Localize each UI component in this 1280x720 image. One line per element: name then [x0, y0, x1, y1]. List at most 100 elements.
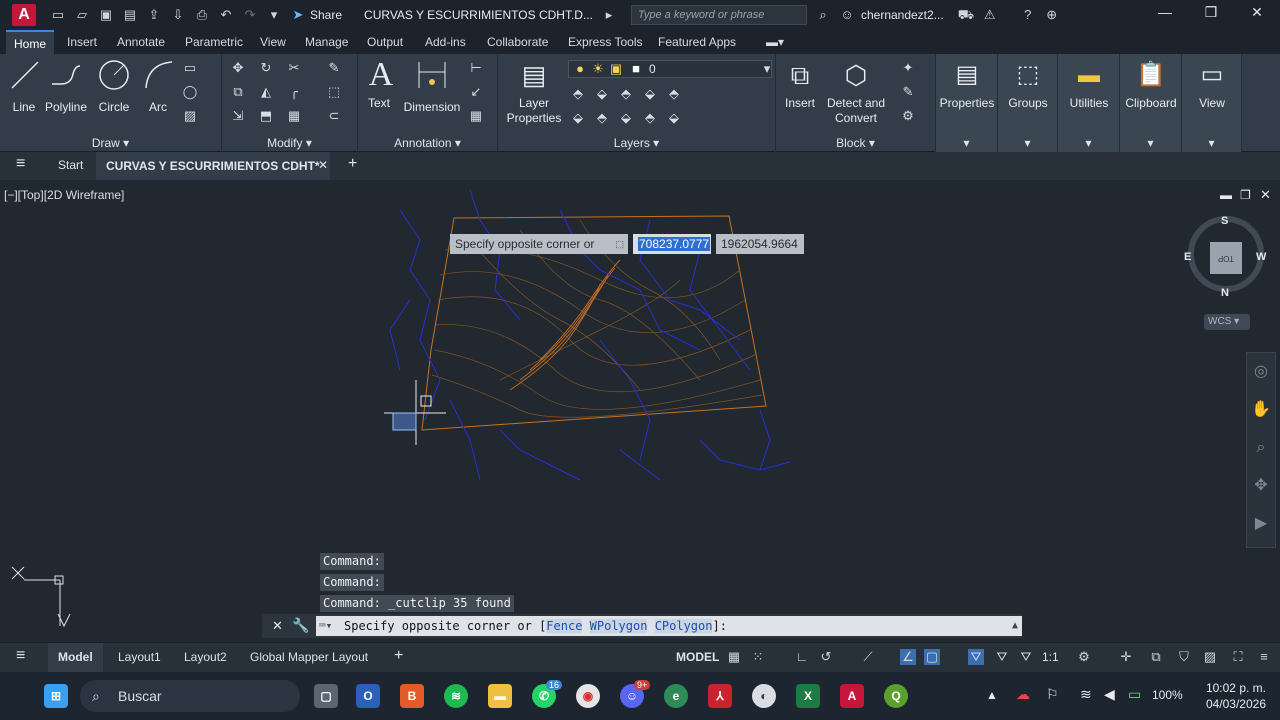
command-input[interactable]: ⌨▾ Specify opposite corner or [Fence WPo… [316, 616, 1022, 636]
recent-commands-icon[interactable]: ⌨▾ [319, 616, 332, 636]
mirror-icon[interactable]: ◭ [258, 84, 274, 100]
object-snap-tracking-icon[interactable]: ∠ [900, 649, 916, 665]
layer-freeze-icon[interactable]: ⬘ [618, 86, 634, 102]
ellipse-icon[interactable]: ◯ [182, 84, 198, 100]
ribbon-options-icon[interactable]: ▬▾ [766, 35, 784, 49]
acrobat-icon[interactable]: ⅄ [708, 684, 732, 708]
layer-isolate-icon[interactable]: ⬙ [594, 86, 610, 102]
edit-block-icon[interactable]: ✎ [900, 84, 916, 100]
coordinate-x-input[interactable]: 708237.0777 [633, 234, 711, 254]
layer-unisolate-icon[interactable]: ⬙ [570, 110, 586, 126]
language-icon[interactable]: ⚐ [1046, 686, 1059, 703]
grid-icon[interactable]: ▦ [726, 649, 742, 665]
tab-manage[interactable]: Manage [305, 35, 348, 49]
explode-icon[interactable]: ⬚ [326, 84, 342, 100]
edge-icon[interactable]: e [664, 684, 688, 708]
layer-previous-icon[interactable]: ⬘ [642, 110, 658, 126]
add-icon[interactable]: ✛ [1118, 649, 1134, 665]
dynamic-input-options-icon[interactable]: ⬚ [615, 234, 624, 254]
layer-properties-button[interactable]: ▤ Layer Properties [504, 58, 564, 126]
trim-icon[interactable]: ✂ [286, 60, 302, 76]
move-icon[interactable]: ✥ [230, 60, 246, 76]
clipboard-expand-icon[interactable]: ▾ [1120, 136, 1181, 150]
layer-lock-tool-icon[interactable]: ⬙ [642, 86, 658, 102]
tab-collaborate[interactable]: Collaborate [487, 35, 548, 49]
search-icon[interactable]: ⌕ [815, 7, 831, 23]
tab-home[interactable]: Home [6, 30, 55, 54]
erase-icon[interactable]: ✎ [326, 60, 342, 76]
close-command-line-icon[interactable]: ✕ [272, 618, 283, 634]
snap-icon[interactable]: ⁙ [750, 649, 766, 665]
plot-icon[interactable]: ⎙ [194, 7, 210, 23]
ortho-icon[interactable]: ∟ [794, 649, 810, 665]
clean-screen-icon[interactable]: ▨ [1202, 649, 1218, 665]
fence-option[interactable]: Fence [546, 619, 583, 633]
user-icon[interactable]: ☺ [839, 7, 855, 23]
offset-icon[interactable]: ⊂ [326, 108, 342, 124]
compass-north-label[interactable]: N [1221, 287, 1229, 299]
properties-button[interactable]: ▤ Properties [936, 58, 998, 111]
utilities-expand-icon[interactable]: ▾ [1058, 136, 1119, 150]
linear-dimension-icon[interactable]: ⊢ [468, 60, 484, 76]
autocad-logo-icon[interactable]: A [12, 4, 36, 26]
utilities-button[interactable]: ▬ Utilities [1058, 58, 1120, 111]
tab-express-tools[interactable]: Express Tools [568, 35, 642, 49]
wpolygon-option[interactable]: WPolygon [589, 619, 648, 633]
layer-thaw-all-icon[interactable]: ⬘ [594, 110, 610, 126]
battery-icon[interactable]: ▭ [1128, 686, 1141, 703]
object-snap-icon[interactable]: ▢ [924, 649, 940, 665]
rectangle-icon[interactable]: ▭ [182, 60, 198, 76]
layer-unlock-icon[interactable]: ⬙ [618, 110, 634, 126]
annotation-scale-value[interactable]: 1:1 [1042, 650, 1059, 664]
model-tab[interactable]: Model [48, 643, 103, 672]
close-button[interactable]: ✕ [1234, 4, 1280, 21]
tab-view[interactable]: View [260, 35, 286, 49]
redo-icon[interactable]: ↷ [242, 7, 258, 23]
coordinate-y-input[interactable]: 1962054.9664 [716, 234, 804, 254]
layer-dropdown-arrow-icon[interactable]: ▾ [759, 61, 775, 77]
new-layout-button[interactable]: + [394, 647, 403, 665]
hatch-icon[interactable]: ▨ [182, 108, 198, 124]
groups-expand-icon[interactable]: ▾ [998, 136, 1057, 150]
tab-parametric[interactable]: Parametric [185, 35, 243, 49]
workspace-gear-icon[interactable]: ⚙ [1076, 649, 1092, 665]
save-icon[interactable]: ▣ [98, 7, 114, 23]
view-button[interactable]: ▭ View [1182, 58, 1242, 111]
modify-panel-title[interactable]: Modify ▾ [222, 136, 357, 150]
tray-overflow-icon[interactable]: ▲ [986, 688, 998, 702]
new-file-icon[interactable]: ▭ [50, 7, 66, 23]
arc-button[interactable]: Arc [142, 58, 174, 115]
wcs-menu[interactable]: WCS ▾ [1204, 314, 1250, 330]
polar-icon[interactable]: ↺ [818, 649, 834, 665]
chevron-right-icon[interactable]: ▸ [601, 7, 617, 23]
pan-hand-icon[interactable]: ✋ [1247, 391, 1275, 429]
annotation-visibility-icon[interactable]: ⛛ [968, 649, 984, 665]
windows-start-icon[interactable]: ⊞ [44, 684, 68, 708]
polyline-button[interactable]: Polyline [44, 58, 88, 115]
stretch-icon[interactable]: ⇲ [230, 108, 246, 124]
scale-icon[interactable]: ⬒ [258, 108, 274, 124]
circle-button[interactable]: Circle [96, 58, 132, 115]
undo-icon[interactable]: ↶ [218, 7, 234, 23]
line-button[interactable]: Line [8, 58, 40, 115]
orbit-icon[interactable]: ✥ [1247, 467, 1275, 505]
brave-icon[interactable]: B [400, 684, 424, 708]
save-as-icon[interactable]: ▤ [122, 7, 138, 23]
save-web-icon[interactable]: ⇩ [170, 7, 186, 23]
autodesk-a360-icon[interactable]: ⚠ [982, 7, 998, 23]
outlook-icon[interactable]: O [356, 684, 380, 708]
layout1-tab[interactable]: Layout1 [118, 650, 161, 664]
create-block-icon[interactable]: ✦ [900, 60, 916, 76]
restore-button[interactable]: ❐ [1188, 4, 1234, 21]
qgis-icon[interactable]: Q [884, 684, 908, 708]
tray-app-icon[interactable]: ☁ [1016, 686, 1030, 703]
steering-wheel-icon[interactable]: ◎ [1247, 353, 1275, 391]
global-mapper-icon[interactable]: ◐ [752, 684, 776, 708]
customize-dropdown-icon[interactable]: ▾ [266, 7, 282, 23]
command-history-toggle-icon[interactable]: ▲ [1012, 616, 1018, 636]
menu-hamburger-icon[interactable]: ≡ [16, 155, 25, 173]
settings-sync-icon[interactable]: ⊕ [1044, 7, 1060, 23]
draw-panel-title[interactable]: Draw ▾ [0, 136, 221, 150]
view-expand-icon[interactable]: ▾ [1182, 136, 1241, 150]
active-document-tab[interactable]: CURVAS Y ESCURRIMIENTOS CDHT* [96, 152, 330, 180]
